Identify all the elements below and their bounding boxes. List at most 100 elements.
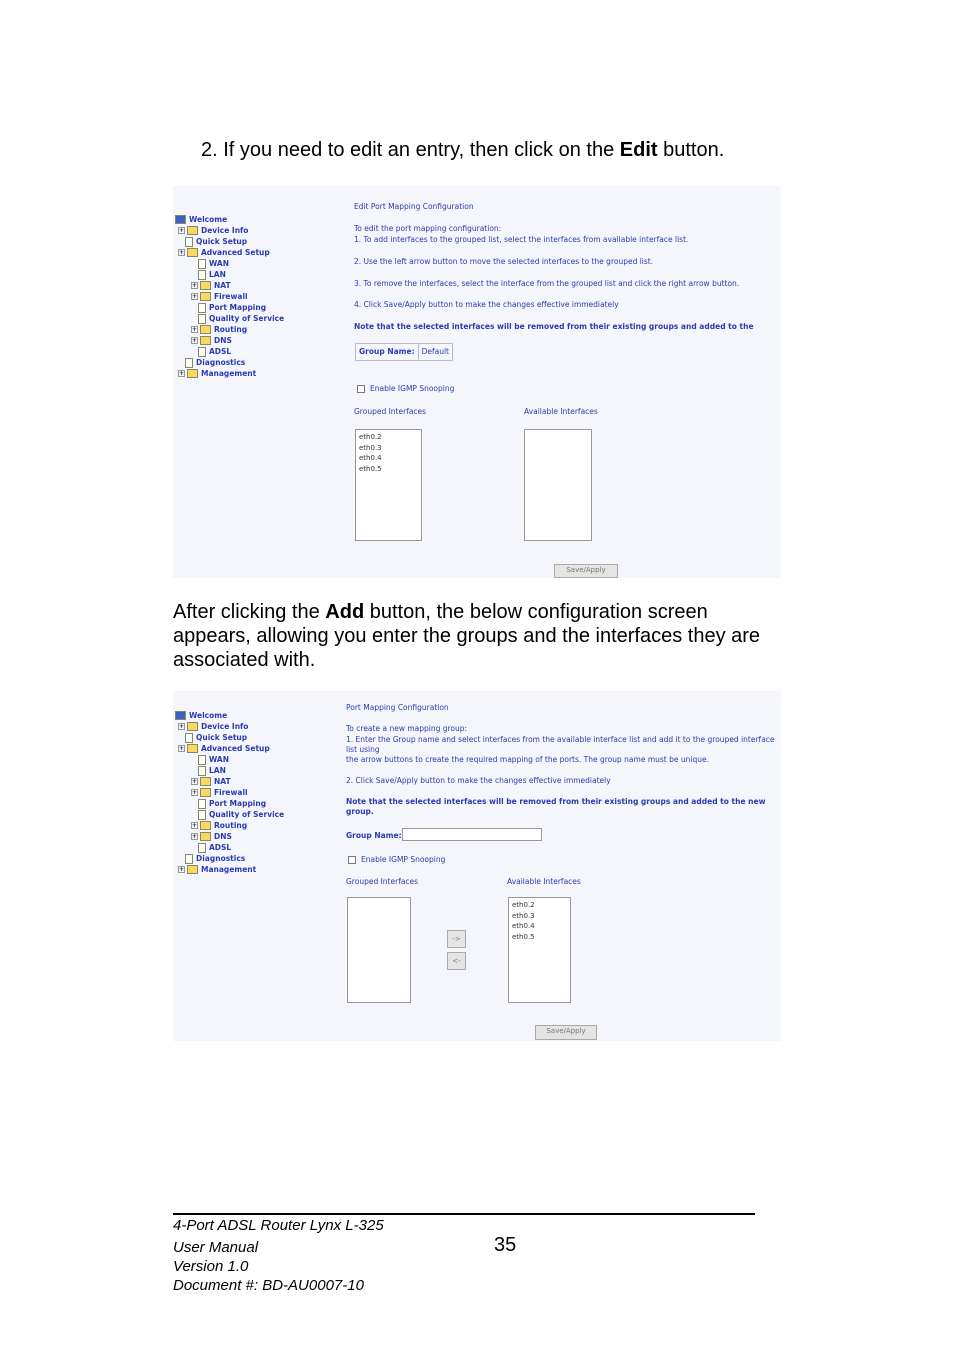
group-name-table: Group Name: Default: [355, 343, 453, 361]
expand-icon[interactable]: +: [178, 370, 185, 377]
nav-item-quality-of-service[interactable]: Quality of Service: [175, 809, 284, 820]
instruction-2: 2. Click Save/Apply button to make the c…: [346, 776, 611, 785]
instruction-1-cont: the arrow buttons to create the required…: [346, 755, 709, 764]
nav-item-quick-setup[interactable]: Quick Setup: [175, 732, 284, 743]
expand-icon[interactable]: +: [191, 778, 198, 785]
intro-text: To create a new mapping group:: [346, 724, 468, 733]
nav-item-adsl[interactable]: ADSL: [175, 842, 284, 853]
available-interfaces-list[interactable]: eth0.2 eth0.3 eth0.4 eth0.5: [508, 897, 571, 1003]
available-interfaces-list[interactable]: [524, 429, 592, 541]
expand-icon[interactable]: +: [178, 866, 185, 873]
page-icon: [198, 346, 206, 357]
nav-item-quality-of-service[interactable]: Quality of Service: [175, 313, 284, 324]
nav-item-firewall[interactable]: + Firewall: [175, 787, 284, 798]
page-icon: [198, 313, 206, 324]
save-apply-button[interactable]: Save/Apply: [554, 564, 618, 578]
nav-item-welcome[interactable]: Welcome: [175, 710, 284, 721]
nav-item-management[interactable]: + Management: [175, 864, 284, 875]
nav-item-label: Quick Setup: [196, 733, 248, 742]
edit-port-mapping-screenshot: Welcome + Device Info Quick Setup + Advanced …: [173, 186, 781, 578]
available-label: Available Interfaces: [507, 877, 581, 886]
note-text: Note that the selected interfaces will b…: [346, 797, 766, 816]
nav-item-lan[interactable]: LAN: [175, 765, 284, 776]
nav-item-label: WAN: [209, 259, 230, 268]
nav-item-lan[interactable]: LAN: [175, 269, 284, 280]
grouped-interfaces-list[interactable]: eth0.2 eth0.3 eth0.4 eth0.5: [355, 429, 422, 541]
nav-item-dns[interactable]: + DNS: [175, 831, 284, 842]
tree-line: [191, 305, 196, 310]
expand-icon[interactable]: +: [191, 337, 198, 344]
expand-icon[interactable]: +: [191, 789, 198, 796]
list-item[interactable]: eth0.5: [359, 464, 418, 475]
nav-item-diagnostics[interactable]: Diagnostics: [175, 853, 284, 864]
nav-item-advanced-setup[interactable]: + Advanced Setup: [175, 247, 284, 258]
available-label: Available Interfaces: [524, 407, 598, 416]
list-item[interactable]: eth0.5: [512, 932, 567, 943]
nav-item-diagnostics[interactable]: Diagnostics: [175, 357, 284, 368]
igmp-checkbox[interactable]: Enable IGMP Snooping: [357, 384, 454, 393]
nav-item-welcome[interactable]: Welcome: [175, 214, 284, 225]
list-item[interactable]: eth0.2: [359, 432, 418, 443]
expand-icon[interactable]: +: [178, 249, 185, 256]
nav-item-management[interactable]: + Management: [175, 368, 284, 379]
nav-item-label: Quality of Service: [209, 314, 285, 323]
list-item[interactable]: eth0.3: [512, 911, 567, 922]
igmp-checkbox[interactable]: Enable IGMP Snooping: [348, 855, 445, 864]
nav-item-port-mapping[interactable]: Port Mapping: [175, 798, 284, 809]
nav-tree: Welcome + Device Info Quick Setup + Advanced …: [175, 214, 284, 379]
folder-icon: [200, 832, 211, 841]
nav-item-label: LAN: [209, 270, 226, 279]
nav-item-label: LAN: [209, 766, 226, 775]
page-icon: [198, 765, 206, 776]
folder-icon: [187, 722, 198, 731]
footer-product: 4-Port ADSL Router Lynx L-325: [173, 1217, 384, 1234]
expand-icon[interactable]: +: [178, 723, 185, 730]
nav-item-label: Port Mapping: [209, 303, 267, 312]
group-name-input[interactable]: [402, 828, 542, 841]
page-number: 35: [494, 1234, 517, 1256]
expand-icon[interactable]: +: [191, 822, 198, 829]
nav-item-routing[interactable]: + Routing: [175, 324, 284, 335]
folder-icon: [200, 336, 211, 345]
nav-item-port-mapping[interactable]: Port Mapping: [175, 302, 284, 313]
list-item[interactable]: eth0.4: [512, 921, 567, 932]
save-apply-button[interactable]: Save/Apply: [535, 1025, 597, 1040]
instruction-4: 4. Click Save/Apply button to make the c…: [354, 300, 619, 309]
nav-item-quick-setup[interactable]: Quick Setup: [175, 236, 284, 247]
tree-line: [178, 735, 183, 740]
grouped-label: Grouped Interfaces: [346, 877, 419, 886]
expand-icon[interactable]: +: [191, 326, 198, 333]
nav-item-wan[interactable]: WAN: [175, 258, 284, 269]
grouped-interfaces-list[interactable]: [347, 897, 411, 1003]
folder-icon: [200, 821, 211, 830]
list-item[interactable]: eth0.3: [359, 443, 418, 454]
nav-item-device-info[interactable]: + Device Info: [175, 721, 284, 732]
list-item[interactable]: eth0.2: [512, 900, 567, 911]
nav-item-nat[interactable]: + NAT: [175, 776, 284, 787]
move-left-button[interactable]: <-: [447, 952, 466, 970]
nav-item-label: DNS: [214, 832, 232, 841]
nav-item-firewall[interactable]: + Firewall: [175, 291, 284, 302]
note-text: Note that the selected interfaces will b…: [354, 322, 754, 331]
nav-item-wan[interactable]: WAN: [175, 754, 284, 765]
nav-item-device-info[interactable]: + Device Info: [175, 225, 284, 236]
instruction-3: 3. To remove the interfaces, select the …: [354, 279, 740, 288]
expand-icon[interactable]: +: [191, 293, 198, 300]
nav-item-label: ADSL: [209, 843, 232, 852]
expand-icon[interactable]: +: [191, 833, 198, 840]
nav-item-label: Advanced Setup: [201, 248, 270, 257]
nav-item-advanced-setup[interactable]: + Advanced Setup: [175, 743, 284, 754]
nav-item-nat[interactable]: + NAT: [175, 280, 284, 291]
list-item[interactable]: eth0.4: [359, 453, 418, 464]
nav-item-dns[interactable]: + DNS: [175, 335, 284, 346]
expand-icon[interactable]: +: [178, 227, 185, 234]
expand-icon[interactable]: +: [178, 745, 185, 752]
nav-item-label: Quality of Service: [209, 810, 285, 819]
move-right-button[interactable]: ->: [447, 930, 466, 948]
nav-item-adsl[interactable]: ADSL: [175, 346, 284, 357]
page-icon: [198, 302, 206, 313]
nav-item-routing[interactable]: + Routing: [175, 820, 284, 831]
instruction-1: 1. To add interfaces to the grouped list…: [354, 235, 689, 244]
expand-icon[interactable]: +: [191, 282, 198, 289]
nav-item-label: Diagnostics: [196, 854, 246, 863]
